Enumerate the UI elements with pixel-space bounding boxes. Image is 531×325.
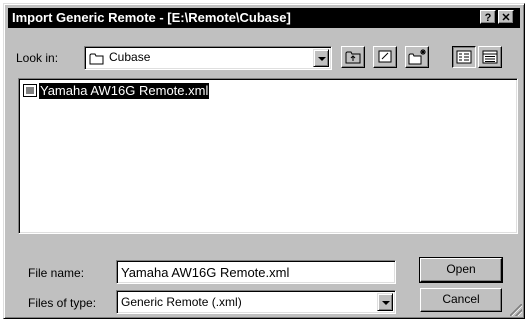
file-type-dropdown-button[interactable] bbox=[377, 293, 393, 311]
help-button[interactable]: ? bbox=[480, 10, 496, 24]
new-folder-button[interactable] bbox=[405, 46, 429, 68]
desktop-icon bbox=[378, 50, 392, 63]
file-list[interactable]: Yamaha AW16G Remote.xml bbox=[18, 78, 518, 234]
file-type-dropdown[interactable]: Generic Remote (.xml) bbox=[116, 290, 396, 314]
file-name-label: File name: bbox=[28, 266, 85, 280]
details-view-icon bbox=[482, 50, 498, 64]
look-in-value: Cubase bbox=[109, 50, 151, 64]
file-type-value: Generic Remote (.xml) bbox=[121, 295, 242, 309]
document-icon bbox=[23, 84, 37, 97]
list-view-button[interactable] bbox=[452, 46, 476, 68]
cancel-button[interactable]: Cancel bbox=[420, 288, 502, 312]
details-view-button[interactable] bbox=[478, 46, 502, 68]
list-view-icon bbox=[456, 50, 472, 64]
open-button[interactable]: Open bbox=[419, 257, 503, 283]
folder-icon bbox=[89, 52, 105, 70]
look-in-dropdown[interactable]: Cubase bbox=[84, 46, 332, 70]
file-item-name: Yamaha AW16G Remote.xml bbox=[39, 83, 210, 99]
chevron-down-icon bbox=[382, 301, 390, 305]
look-in-dropdown-button[interactable] bbox=[313, 49, 329, 67]
look-in-label: Look in: bbox=[16, 51, 59, 65]
resize-grip[interactable] bbox=[510, 304, 522, 316]
title-bar[interactable]: Import Generic Remote - [E:\Remote\Cubas… bbox=[8, 8, 520, 28]
file-type-label: Files of type: bbox=[28, 296, 97, 310]
window-title: Import Generic Remote - [E:\Remote\Cubas… bbox=[12, 10, 291, 25]
new-folder-icon bbox=[408, 49, 426, 65]
desktop-button[interactable] bbox=[373, 46, 397, 68]
import-dialog: Import Generic Remote - [E:\Remote\Cubas… bbox=[3, 3, 525, 319]
chevron-down-icon bbox=[318, 57, 326, 61]
folder-up-icon bbox=[345, 51, 361, 64]
file-name-field[interactable]: Yamaha AW16G Remote.xml bbox=[116, 260, 396, 284]
close-button[interactable]: ✕ bbox=[498, 10, 514, 24]
file-name-value: Yamaha AW16G Remote.xml bbox=[121, 265, 290, 280]
up-one-level-button[interactable] bbox=[341, 46, 365, 68]
